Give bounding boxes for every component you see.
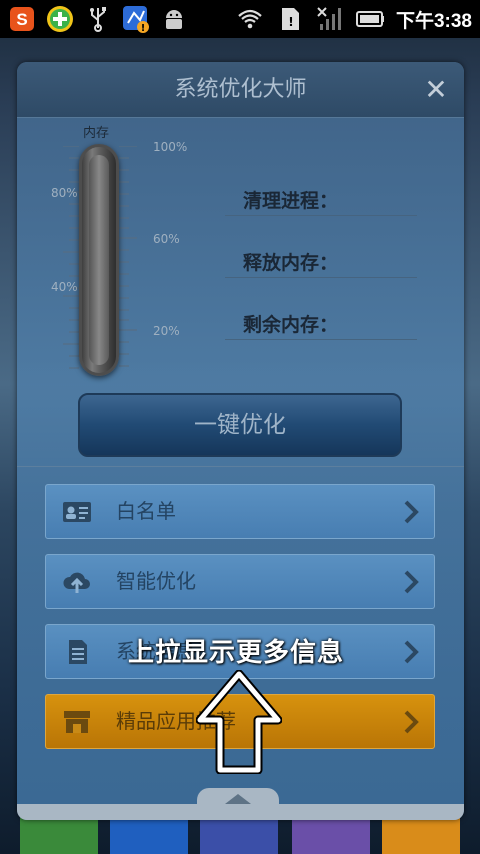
chevron-right-icon [404,640,419,664]
status-time: 下午3:38 [395,10,472,32]
free-memory-label: 释放内存： [243,252,339,274]
id-card-icon [63,502,91,522]
tick-label-right: 20% [153,324,180,338]
chevron-right-icon [404,570,419,594]
gauge-label: 内存 [83,126,110,141]
menu-item-whitelist[interactable]: 白名单 [45,484,435,539]
free-memory-row: 释放内存： [225,246,417,278]
svg-text:!: ! [288,15,293,29]
close-icon[interactable]: ✕ [422,76,450,104]
wifi-icon [236,5,264,33]
signal-icon [316,5,344,33]
menu-item-label: 智能优化 [116,569,196,593]
up-arrow-icon [196,670,282,774]
sogou-input-icon: S [8,5,36,33]
battery-icon [355,5,384,33]
memory-gauge: 内存 100% 80% 60% 40% 20% [45,122,195,382]
document-icon [69,640,87,664]
tick-label-left: 40% [51,280,78,294]
usb-icon [84,5,112,33]
android-debug-icon [160,5,188,33]
chevron-right-icon [404,500,419,524]
chevron-right-icon [404,710,419,734]
bottom-bar [17,804,464,820]
sync-warning-icon: ! [122,5,150,33]
clean-process-label: 清理进程： [243,190,339,212]
clean-process-row: 清理进程： [225,184,417,216]
one-click-optimize-button[interactable]: 一键优化 [78,393,402,457]
menu-item-smart-optimize[interactable]: 智能优化 [45,554,435,609]
store-icon [64,711,90,733]
divider [17,466,464,467]
status-bar: S ! ! 下午3:38 [0,0,480,38]
svg-text:S: S [16,10,27,29]
remaining-memory-row: 剩余内存： [225,308,417,340]
tick-label-left: 80% [51,186,78,200]
tick-label-right: 100% [153,140,188,154]
pull-up-hint-text: 上拉显示更多信息 [128,638,345,668]
plus-app-icon [46,5,74,33]
svg-text:!: ! [141,23,146,33]
thermometer-tube [79,144,119,376]
dialog-title: 系统优化大师 [174,77,307,102]
sim-card-icon: ! [276,5,304,33]
remaining-memory-label: 剩余内存： [243,314,339,336]
menu-item-label: 白名单 [116,499,176,523]
thermometer-level [89,155,109,365]
tick-label-right: 60% [153,232,180,246]
cloud-upload-icon [63,572,90,593]
